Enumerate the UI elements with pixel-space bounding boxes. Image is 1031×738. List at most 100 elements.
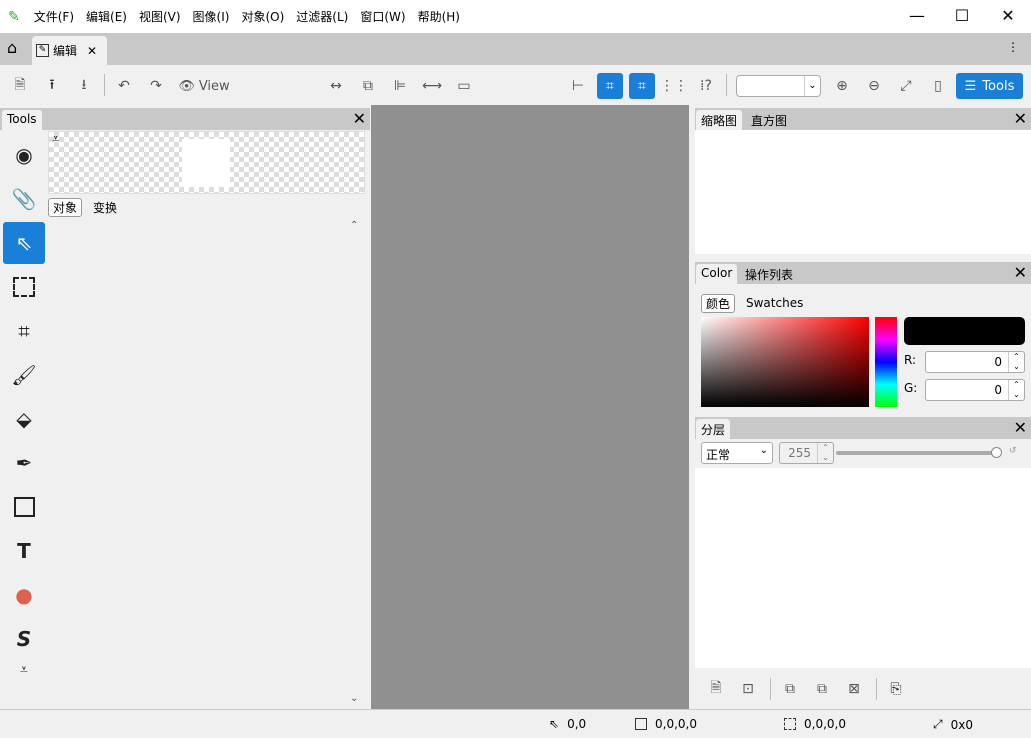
new-group-icon[interactable]: ⊡ <box>735 676 761 702</box>
brush-icon: 🖌 <box>11 363 37 387</box>
tool-pen[interactable]: ✒ <box>3 442 45 484</box>
menu-object[interactable]: 对象(O) <box>235 8 290 25</box>
view-button[interactable]: 👁 View <box>176 73 232 99</box>
tools-button[interactable]: ☰ Tools <box>956 73 1023 99</box>
blend-mode-select[interactable]: 正常 ⌄ <box>701 442 773 464</box>
r-input[interactable]: 0 ⌃ ⌄ <box>925 351 1025 373</box>
layer-properties-icon[interactable]: ⎘ <box>883 676 909 702</box>
close-window-button[interactable]: ✕ <box>988 4 1028 28</box>
grid-icon[interactable]: ⋮⋮ <box>660 73 688 99</box>
flip-horizontal-icon[interactable]: ↔ <box>323 73 349 99</box>
tab-object[interactable]: 对象 <box>48 198 83 217</box>
crop-icon[interactable]: ⌗ <box>597 73 623 99</box>
opacity-slider-handle[interactable] <box>991 447 1002 458</box>
close-tab-icon[interactable]: ✕ <box>87 44 97 58</box>
tab-color-picker[interactable]: 颜色 <box>701 294 736 313</box>
maximize-button[interactable]: ☐ <box>942 4 982 28</box>
spinner-arrows-icon[interactable]: ⌃ ⌄ <box>1008 352 1024 372</box>
tool-marquee[interactable] <box>3 266 45 308</box>
close-panel-icon[interactable]: ✕ <box>1014 109 1027 128</box>
rectangle-icon <box>13 497 35 517</box>
tab-action-list[interactable]: 操作列表 <box>740 264 798 284</box>
g-input[interactable]: 0 ⌃ ⌄ <box>925 379 1025 401</box>
spinner-arrows-icon[interactable]: ⌃ ⌄ <box>1008 380 1024 400</box>
duplicate-layer-icon[interactable]: ⧉ <box>809 676 835 702</box>
tool-effects[interactable]: S <box>3 618 45 660</box>
menu-edit[interactable]: 编辑(E) <box>80 8 133 25</box>
minimize-button[interactable]: — <box>897 4 937 28</box>
delete-layer-icon[interactable]: ⊠ <box>841 676 867 702</box>
text-icon: T <box>17 539 31 563</box>
fit-expand-icon[interactable]: ⤢ <box>893 73 919 99</box>
tab-transform[interactable]: 变换 <box>93 199 117 216</box>
menu-view[interactable]: 视图(V) <box>133 8 187 25</box>
tools-panel: Tools ✕ ◉ 📎 ⇖ ⌗ 🖌 ⬙ ✒ T ● S ⩡ ⩡ 对象 变换 ⌃ … <box>0 105 370 709</box>
more-vert-icon[interactable]: ⋮ <box>1007 40 1019 54</box>
tool-rectangle[interactable] <box>3 486 45 528</box>
crop-select-icon[interactable]: ⌗ <box>629 73 655 99</box>
arrange-icon[interactable]: ⧉ <box>355 73 381 99</box>
tab-edit[interactable]: ✎ 编辑 ✕ <box>32 36 107 65</box>
paperclip-icon: 📎 <box>11 187 37 211</box>
zoom-in-icon[interactable]: ⊕ <box>829 73 855 99</box>
tool-color-mix[interactable]: ● <box>3 574 45 616</box>
tool-select[interactable]: ⇖ <box>3 222 45 264</box>
menu-image[interactable]: 图像(I) <box>187 8 236 25</box>
expand-down-icon: ⩡ <box>20 662 28 678</box>
zoom-select[interactable]: ⌄ <box>736 75 821 97</box>
close-panel-icon[interactable]: ✕ <box>1014 263 1027 282</box>
tools-label: Tools <box>982 78 1015 94</box>
eye-icon: 👁 <box>178 78 195 94</box>
scroll-up-icon[interactable]: ⌃ <box>350 220 358 231</box>
canvas-area[interactable] <box>371 105 689 709</box>
close-panel-icon[interactable]: ✕ <box>1014 418 1027 437</box>
export-icon[interactable]: ⭱ <box>39 73 65 99</box>
tool-attach[interactable]: 📎 <box>3 178 45 220</box>
actual-size-icon[interactable]: ▯ <box>925 73 951 99</box>
chevron-down-icon: ⌄ <box>759 445 768 456</box>
new-image-icon[interactable]: 🗎 <box>7 73 33 99</box>
r-value: 0 <box>994 355 1002 369</box>
tool-text[interactable]: T <box>3 530 45 572</box>
tab-tools[interactable]: Tools <box>2 110 42 130</box>
opacity-input[interactable]: 255 ⌃ ⌄ <box>779 442 834 464</box>
image-size-icon: ⤢ <box>933 717 943 731</box>
close-panel-icon[interactable]: ✕ <box>353 109 366 128</box>
undo-icon[interactable]: ↶ <box>111 73 137 99</box>
menu-window[interactable]: 窗口(W) <box>354 8 411 25</box>
tool-view[interactable]: ◉ <box>3 134 45 176</box>
layers-list <box>695 468 1031 668</box>
align-left-icon[interactable]: ⊫ <box>387 73 413 99</box>
menu-file[interactable]: 文件(F) <box>28 8 80 25</box>
current-color-swatch <box>904 317 1025 345</box>
redo-icon[interactable]: ↷ <box>143 73 169 99</box>
menu-filter[interactable]: 过滤器(L) <box>290 8 354 25</box>
canvas-size-icon[interactable]: ▭ <box>451 73 477 99</box>
tab-swatches[interactable]: Swatches <box>746 296 803 310</box>
spinner-arrows-icon[interactable]: ⌃ ⌄ <box>817 443 833 463</box>
tab-layers[interactable]: 分层 <box>696 419 731 439</box>
grid-help-icon[interactable]: ⁞? <box>693 73 719 99</box>
import-icon[interactable]: ⭳ <box>71 73 97 99</box>
scroll-down-icon[interactable]: ⌄ <box>350 693 358 704</box>
tab-thumbnail[interactable]: 缩略图 <box>696 110 743 130</box>
more-tools-button[interactable]: ⩡ <box>3 655 45 685</box>
opacity-slider[interactable] <box>836 451 996 455</box>
collapse-down-icon[interactable]: ⩡ <box>52 132 59 147</box>
tab-color[interactable]: Color <box>696 264 738 284</box>
tab-histogram[interactable]: 直方图 <box>746 110 792 130</box>
tool-brush[interactable]: 🖌 <box>3 354 45 396</box>
merge-down-icon[interactable]: ⧉ <box>777 676 803 702</box>
tool-fill[interactable]: ⬙ <box>3 398 45 440</box>
thumbnail-panel-header: 缩略图 直方图 ✕ <box>695 108 1031 130</box>
new-layer-icon[interactable]: 🗎 <box>703 676 729 702</box>
ruler-icon[interactable]: ⊢ <box>565 73 591 99</box>
reset-icon[interactable]: ↺ <box>1009 446 1017 456</box>
menu-help[interactable]: 帮助(H) <box>412 8 466 25</box>
saturation-value-picker[interactable] <box>701 317 869 407</box>
hue-slider[interactable] <box>875 317 897 407</box>
tool-crop[interactable]: ⌗ <box>3 310 45 352</box>
zoom-out-icon[interactable]: ⊖ <box>861 73 887 99</box>
home-icon[interactable]: ⌂ <box>7 38 17 57</box>
distribute-icon[interactable]: ⟷ <box>419 73 445 99</box>
